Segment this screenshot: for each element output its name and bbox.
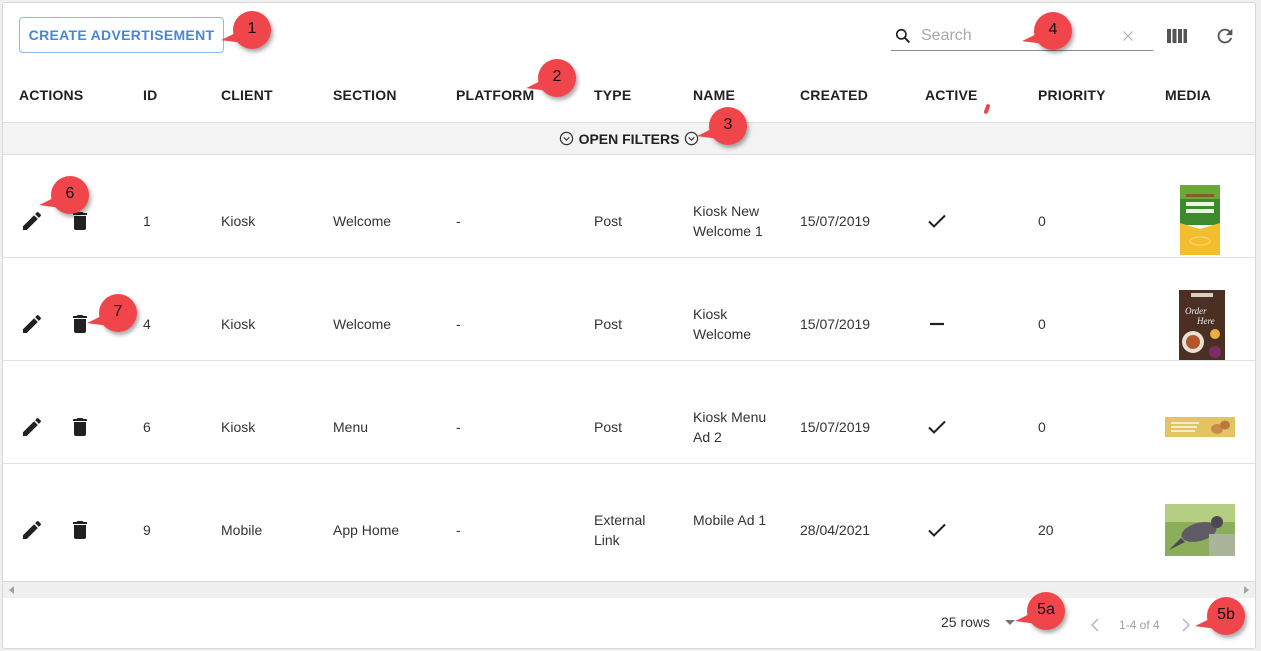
callout-badge: 2 <box>538 59 576 97</box>
open-filters-label: OPEN FILTERS <box>578 130 680 147</box>
cell-section: Menu <box>333 419 369 435</box>
scroll-right-arrow-icon[interactable] <box>1244 586 1249 594</box>
column-header-created[interactable]: CREATED <box>800 87 868 103</box>
cell-priority: 0 <box>1038 213 1046 229</box>
table-row: 6 Kiosk Menu - Post Kiosk Menu Ad 2 15/0… <box>3 361 1255 464</box>
table-row: 9 Mobile App Home - External Link Mobile… <box>3 464 1255 567</box>
cell-section: App Home <box>333 522 400 538</box>
open-filters-toggle[interactable]: OPEN FILTERS <box>3 122 1255 155</box>
close-icon[interactable] <box>1119 27 1137 45</box>
cell-platform: - <box>456 316 461 332</box>
cell-created: 15/07/2019 <box>800 419 871 435</box>
cell-id: 1 <box>143 213 151 229</box>
callout-badge: 4 <box>1034 12 1072 50</box>
cell-section: Welcome <box>333 316 392 332</box>
cell-id: 9 <box>143 522 151 538</box>
cell-id: 4 <box>143 316 151 332</box>
column-header-type[interactable]: TYPE <box>594 87 631 103</box>
column-header-id[interactable]: ID <box>143 87 157 103</box>
check-icon <box>928 420 946 434</box>
cell-platform: - <box>456 213 461 229</box>
svg-text:Order: Order <box>1185 306 1207 316</box>
cell-type: Post <box>594 419 623 435</box>
cell-client: Kiosk <box>221 316 256 332</box>
cell-client: Mobile <box>221 522 263 538</box>
cell-created: 28/04/2021 <box>800 522 871 538</box>
cell-priority: 20 <box>1038 522 1054 538</box>
create-advertisement-button[interactable]: CREATE ADVERTISEMENT <box>19 17 224 53</box>
advertisements-panel: CREATE ADVERTISEMENT ACTIONS ID CLIENT S… <box>2 2 1256 649</box>
horizontal-scrollbar[interactable] <box>3 581 1255 598</box>
cell-name: Kiosk Welcome <box>693 306 752 342</box>
edit-icon[interactable] <box>20 209 44 233</box>
cell-id: 6 <box>143 419 151 435</box>
cell-section: Welcome <box>333 213 392 229</box>
cell-type: External Link <box>594 512 646 548</box>
column-header-section[interactable]: SECTION <box>333 87 397 103</box>
previous-page-icon[interactable] <box>1087 615 1103 635</box>
cell-created: 15/07/2019 <box>800 316 871 332</box>
rows-per-page-value: 25 rows <box>941 614 991 630</box>
cell-platform: - <box>456 419 461 435</box>
edit-icon[interactable] <box>20 415 44 439</box>
callout-badge: 7 <box>99 294 137 332</box>
column-header-active[interactable]: ACTIVE <box>925 87 978 103</box>
view-column-icon[interactable] <box>1166 26 1188 46</box>
pagination-range: 1-4 of 4 <box>1119 618 1160 632</box>
cell-platform: - <box>456 522 461 538</box>
check-icon <box>928 523 946 537</box>
rows-per-page-select[interactable]: 25 rows <box>941 614 1016 630</box>
next-page-icon[interactable] <box>1178 615 1194 635</box>
cell-name: Kiosk New Welcome 1 <box>693 203 763 239</box>
edit-icon[interactable] <box>20 518 44 542</box>
search-input[interactable] <box>919 25 1109 46</box>
callout-badge: 5a <box>1027 592 1065 630</box>
dash-icon <box>930 322 944 326</box>
cell-name: Kiosk Menu Ad 2 <box>693 409 767 445</box>
column-header-actions[interactable]: ACTIONS <box>19 87 83 103</box>
cell-created: 15/07/2019 <box>800 213 871 229</box>
search-icon <box>895 28 910 43</box>
delete-icon[interactable] <box>68 518 92 542</box>
edit-icon[interactable] <box>20 312 44 336</box>
chevron-down-circle-icon <box>559 131 573 146</box>
cell-name: Mobile Ad 1 <box>693 512 767 528</box>
cell-type: Post <box>594 213 623 229</box>
caret-down-icon <box>1005 619 1016 625</box>
media-thumbnail[interactable] <box>1165 504 1235 556</box>
cell-type: Post <box>594 316 623 332</box>
refresh-icon[interactable] <box>1214 25 1236 47</box>
media-thumbnail[interactable] <box>1180 185 1220 255</box>
delete-icon[interactable] <box>68 415 92 439</box>
cell-client: Kiosk <box>221 213 256 229</box>
cell-client: Kiosk <box>221 419 256 435</box>
callout-badge: 5b <box>1207 597 1245 635</box>
callout-badge: 1 <box>233 11 271 49</box>
svg-text:Here: Here <box>1196 316 1215 326</box>
table-row: 1 Kiosk Welcome - Post Kiosk New Welcome… <box>3 155 1255 258</box>
column-header-priority[interactable]: PRIORITY <box>1038 87 1106 103</box>
table-row: 4 Kiosk Welcome - Post Kiosk Welcome 15/… <box>3 258 1255 361</box>
check-icon <box>928 214 946 228</box>
media-thumbnail[interactable]: Order Here <box>1179 290 1225 360</box>
media-thumbnail[interactable] <box>1165 417 1235 437</box>
column-header-media[interactable]: MEDIA <box>1165 87 1211 103</box>
callout-badge: 3 <box>709 107 747 145</box>
table-header: ACTIONS ID CLIENT SECTION PLATFORM TYPE … <box>3 73 1255 123</box>
column-header-name[interactable]: NAME <box>693 87 735 103</box>
cell-priority: 0 <box>1038 316 1046 332</box>
cell-priority: 0 <box>1038 419 1046 435</box>
callout-badge: 6 <box>51 176 89 214</box>
column-header-client[interactable]: CLIENT <box>221 87 273 103</box>
column-header-platform[interactable]: PLATFORM <box>456 87 534 103</box>
scroll-left-arrow-icon[interactable] <box>9 586 14 594</box>
